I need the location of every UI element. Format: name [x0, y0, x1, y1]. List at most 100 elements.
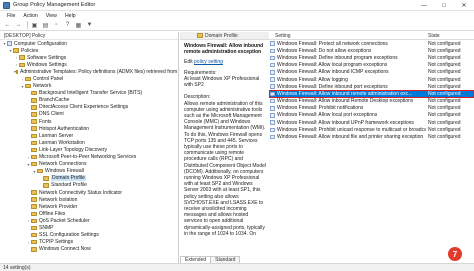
policy-setting-icon: [270, 62, 275, 68]
menu-help[interactable]: Help: [61, 13, 80, 19]
tree-item[interactable]: ▾ Network: [0, 83, 178, 90]
tree-item[interactable]: ▾ Network Connections: [0, 161, 178, 168]
setting-row[interactable]: Windows Firewall: Allow inbound Remote D…: [269, 98, 474, 105]
setting-state: Not configured: [428, 112, 461, 119]
edit-line: Edit policy setting: [184, 59, 266, 65]
tree-item[interactable]: Link-Layer Topology Discovery: [0, 146, 178, 153]
setting-name: Windows Firewall: Allow logging: [277, 76, 348, 83]
setting-row[interactable]: Windows Firewall: Allow inbound ICMP exc…: [269, 69, 474, 76]
policy-setting-icon: [270, 98, 275, 104]
tree-item[interactable]: ▾ Administrative Templates: Policy defini…: [0, 68, 178, 75]
menu-action[interactable]: Action: [19, 13, 41, 19]
tree-item[interactable]: DNS Client: [0, 111, 178, 118]
setting-cell: Windows Firewall: Allow inbound Remote D…: [269, 98, 426, 104]
tree-item[interactable]: ▾ Windows Firewall: [0, 168, 178, 175]
tree-item[interactable]: Fonts: [0, 118, 178, 125]
tree-item[interactable]: DirectAccess Client Experience Settings: [0, 104, 178, 111]
export-icon[interactable]: ▫: [52, 21, 61, 30]
tree-item[interactable]: › QoS Packet Scheduler: [0, 217, 178, 224]
setting-cell: Windows Firewall: Define inbound program…: [269, 55, 426, 61]
forward-icon[interactable]: →: [14, 21, 23, 30]
folder-icon: [31, 225, 37, 231]
policy-setting-icon: [270, 48, 275, 54]
up-icon[interactable]: ▣: [30, 21, 39, 30]
tree-item[interactable]: SNMP: [0, 224, 178, 231]
setting-row[interactable]: Windows Firewall: Allow logging Not confi…: [269, 76, 474, 83]
setting-row[interactable]: Windows Firewall: Prohibit unicast respo…: [269, 126, 474, 133]
tree-item-label: Network Connections: [39, 161, 87, 168]
setting-row[interactable]: Windows Firewall: Allow inbound file and…: [269, 133, 474, 140]
tree-item-label: QoS Packet Scheduler: [39, 217, 90, 224]
tree-item[interactable]: Windows Connect Now: [0, 246, 178, 253]
column-state[interactable]: State: [426, 33, 474, 39]
column-setting[interactable]: Setting: [269, 33, 426, 39]
tab-extended[interactable]: Extended: [180, 256, 212, 263]
setting-row[interactable]: Windows Firewall: Allow local program ex…: [269, 62, 474, 69]
folder-icon: [31, 161, 37, 167]
folder-icon: [31, 197, 37, 202]
folder-icon: [31, 247, 37, 252]
show-hide-icon[interactable]: ▤: [41, 21, 50, 30]
folder-icon: [31, 147, 37, 153]
folder-icon: [37, 168, 43, 174]
setting-state: Not configured: [428, 98, 461, 105]
menu-view[interactable]: View: [42, 13, 61, 19]
setting-state: Not configured: [428, 90, 461, 97]
tree-item[interactable]: ▾ Policies: [0, 47, 178, 54]
filter-icon[interactable]: ▼: [85, 21, 94, 30]
setting-row[interactable]: Windows Firewall: Define inbound program…: [269, 54, 474, 61]
tree-item[interactable]: Lanman Server: [0, 132, 178, 139]
tree-item[interactable]: › Microsoft Peer-to-Peer Networking Servi…: [0, 154, 178, 161]
properties-icon[interactable]: ▦: [74, 21, 83, 30]
maximize-button[interactable]: □: [434, 0, 454, 11]
setting-name: Windows Firewall: Allow inbound remote a…: [277, 90, 413, 97]
tree-item[interactable]: ▾ Computer Configuration: [0, 40, 178, 47]
tree-item[interactable]: Standard Profile: [0, 182, 178, 189]
tree-item-label: Microsoft Peer-to-Peer Networking Servic…: [39, 154, 137, 161]
setting-cell: Windows Firewall: Allow inbound file and…: [269, 134, 426, 140]
tree-item[interactable]: SSL Configuration Settings: [0, 232, 178, 239]
edit-policy-link[interactable]: policy setting: [194, 59, 223, 65]
setting-row[interactable]: Windows Firewall: Prohibit notifications…: [269, 105, 474, 112]
menu-file[interactable]: File: [3, 13, 19, 19]
setting-row[interactable]: Windows Firewall: Define inbound port ex…: [269, 83, 474, 90]
tree-item[interactable]: Lanman Workstation: [0, 139, 178, 146]
tree-item-label: Control Panel: [33, 76, 64, 83]
setting-row[interactable]: Windows Firewall: Do not allow exception…: [269, 47, 474, 54]
tree-item[interactable]: Background Intelligent Transfer Service …: [0, 90, 178, 97]
tree-item-label: Link-Layer Topology Discovery: [39, 146, 107, 153]
tree-item[interactable]: Offline Files: [0, 210, 178, 217]
tree-item[interactable]: › Software Settings: [0, 54, 178, 61]
setting-row[interactable]: Windows Firewall: Protect all network co…: [269, 40, 474, 47]
tree-item[interactable]: Hotspot Authentication: [0, 125, 178, 132]
tree-item[interactable]: Network Connectivity Status Indicator: [0, 189, 178, 196]
tree-item[interactable]: Network Isolation: [0, 196, 178, 203]
folder-icon: [25, 83, 31, 89]
tree-item-label: Background Intelligent Transfer Service …: [39, 90, 143, 97]
policy-setting-icon: [270, 120, 275, 125]
tree-item[interactable]: Network Provider: [0, 203, 178, 210]
selected-setting-row[interactable]: Windows Firewall: Allow inbound remote a…: [269, 90, 474, 98]
policy-description: Requirements: At least Windows XP Profes…: [184, 69, 266, 237]
tree-item[interactable]: BranchCache: [0, 97, 178, 104]
tree-item[interactable]: › Windows Settings: [0, 61, 178, 68]
minimize-button[interactable]: —: [414, 0, 434, 11]
tree-item[interactable]: › TCPIP Settings: [0, 239, 178, 246]
setting-row[interactable]: Windows Firewall: Allow local port excep…: [269, 112, 474, 119]
tree-item-label: TCPIP Settings: [39, 239, 74, 246]
close-button[interactable]: ✕: [454, 0, 474, 11]
toolbar: ← → ▣ ▤ ▫ ? ▦ ▼: [0, 20, 474, 31]
setting-row[interactable]: Windows Firewall: Allow inbound UPnP fra…: [269, 119, 474, 126]
setting-name: Windows Firewall: Prohibit unicast respo…: [277, 126, 426, 133]
menu-bar: File Action View Help: [0, 11, 474, 20]
help-icon[interactable]: ?: [63, 21, 72, 30]
folder-icon: [19, 55, 25, 60]
tree-item[interactable]: › Control Panel: [0, 75, 178, 82]
back-icon[interactable]: ←: [3, 21, 12, 30]
edit-prefix: Edit: [184, 59, 195, 66]
tree-item[interactable]: Domain Profile: [0, 175, 178, 182]
tab-standard[interactable]: Standard: [210, 256, 241, 263]
tree-item-label: DNS Client: [39, 111, 64, 118]
tree-root[interactable]: [DESKTOP] Policy: [0, 32, 178, 40]
setting-cell: Windows Firewall: Allow inbound ICMP exc…: [269, 69, 426, 75]
